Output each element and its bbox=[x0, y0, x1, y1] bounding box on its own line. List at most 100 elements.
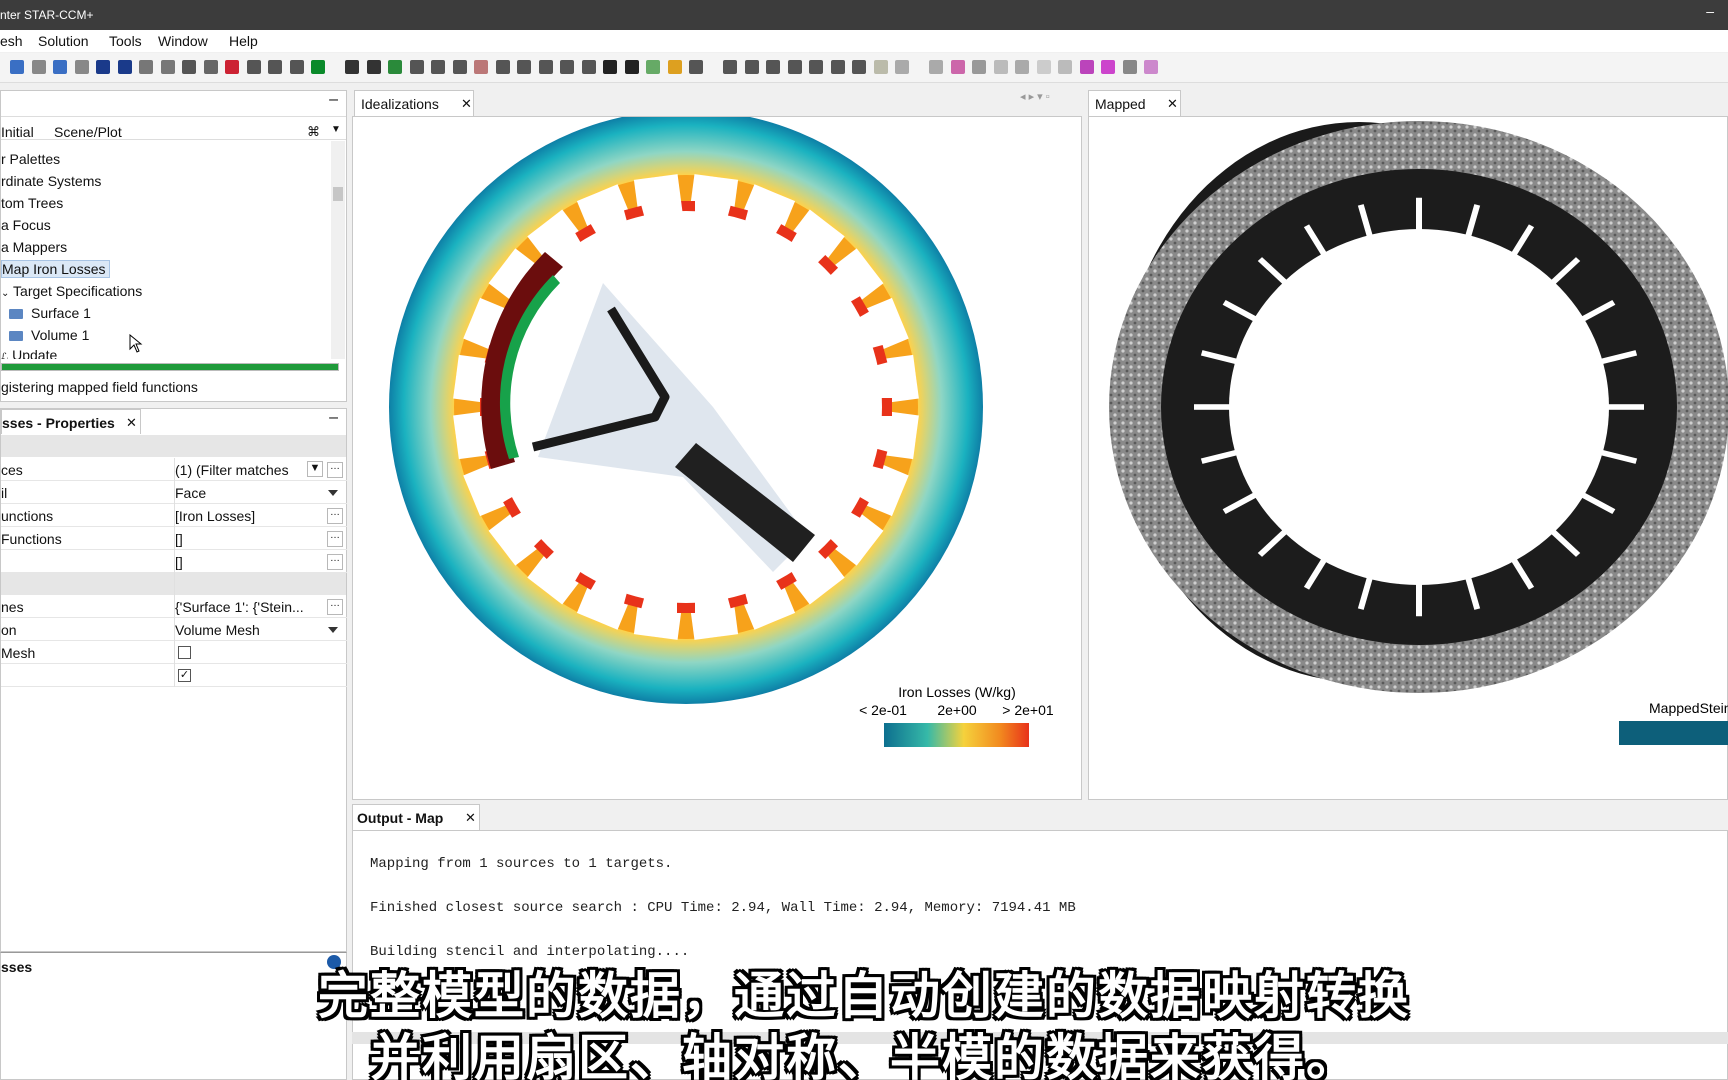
toolbar-button-icon[interactable] bbox=[689, 60, 703, 74]
tree-item-coordinate-systems[interactable]: rdinate Systems bbox=[1, 173, 101, 189]
enabled-checkbox[interactable]: ✓ bbox=[178, 669, 191, 682]
prop-value[interactable]: {'Surface 1': {'Stein... bbox=[175, 599, 325, 615]
toolbar-button-icon[interactable] bbox=[409, 60, 424, 74]
toolbar-button-icon[interactable] bbox=[1101, 60, 1115, 74]
toolbar-button-icon[interactable] bbox=[895, 60, 909, 74]
toolbar-button-icon[interactable] bbox=[560, 60, 574, 74]
prop-value[interactable]: (1) (Filter matches bbox=[175, 462, 325, 478]
toolbar-button-icon[interactable] bbox=[96, 60, 110, 74]
minimize-icon[interactable]: – bbox=[1706, 3, 1714, 19]
toolbar-button-icon[interactable] bbox=[766, 60, 780, 74]
tree-filter-icon[interactable]: ⌘ bbox=[307, 124, 320, 140]
toolbar-button-icon[interactable] bbox=[603, 60, 617, 74]
tree-scrollbar-thumb[interactable] bbox=[333, 187, 343, 201]
toolbar-button-icon[interactable] bbox=[182, 60, 196, 74]
toolbar-button-icon[interactable] bbox=[646, 60, 660, 74]
tree-options-icon[interactable]: ▼ bbox=[331, 124, 341, 135]
menu-solution[interactable]: Solution bbox=[38, 33, 89, 49]
toolbar-button-icon[interactable] bbox=[495, 60, 510, 74]
ellipsis-button[interactable]: … bbox=[327, 462, 343, 478]
collapse-icon[interactable]: ⌄ bbox=[1, 288, 9, 299]
toolbar-button-icon[interactable] bbox=[873, 60, 888, 74]
scene-view-mapped[interactable]: MappedSteinmetz Los bbox=[1088, 116, 1728, 800]
menu-help[interactable]: Help bbox=[229, 33, 258, 49]
toolbar-button-icon[interactable] bbox=[950, 60, 965, 74]
tree-item-color-palettes[interactable]: r Palettes bbox=[1, 151, 60, 167]
prop-value[interactable]: [] bbox=[175, 531, 325, 547]
toolbar-button-icon[interactable] bbox=[345, 60, 359, 74]
view-nav-icons[interactable]: ◂ ▸ ▾ ▫ bbox=[1020, 90, 1050, 103]
panel-minimize-icon[interactable]: – bbox=[329, 91, 338, 109]
close-icon[interactable]: ✕ bbox=[1167, 96, 1178, 112]
tree-item-data-focus[interactable]: a Focus bbox=[1, 217, 51, 233]
toolbar-button-icon[interactable] bbox=[809, 60, 823, 74]
properties-tab[interactable]: sses - Properties ✕ bbox=[1, 409, 141, 434]
toolbar-button-icon[interactable] bbox=[289, 60, 304, 74]
toolbar-button-icon[interactable] bbox=[246, 60, 261, 74]
toolbar-button-icon[interactable] bbox=[388, 60, 402, 74]
scene-view-idealizations[interactable]: Iron Losses (W/kg) < 2e-01 2e+00 > 2e+01 bbox=[352, 110, 1082, 800]
toolbar-button-icon[interactable] bbox=[31, 60, 46, 74]
toolbar-button-icon[interactable] bbox=[474, 60, 488, 74]
close-icon[interactable]: ✕ bbox=[461, 96, 472, 112]
toolbar-button-icon[interactable] bbox=[431, 60, 445, 74]
ellipsis-button[interactable]: … bbox=[327, 554, 343, 570]
prop-value[interactable]: [Iron Losses] bbox=[175, 508, 325, 524]
toolbar-button-icon[interactable] bbox=[972, 60, 986, 74]
ellipsis-button[interactable]: … bbox=[327, 599, 343, 615]
tree-item-map-iron-losses[interactable]: Map Iron Losses bbox=[1, 260, 110, 278]
tree-item-update[interactable]: Update bbox=[12, 347, 57, 359]
ellipsis-button[interactable]: … bbox=[327, 508, 343, 524]
toolbar-button-icon[interactable] bbox=[624, 60, 639, 74]
prop-value[interactable]: Face bbox=[175, 485, 325, 501]
ellipsis-button[interactable]: … bbox=[327, 531, 343, 547]
prop-value[interactable]: [] bbox=[175, 554, 325, 570]
toolbar-button-icon[interactable] bbox=[74, 60, 89, 74]
menu-mesh[interactable]: esh bbox=[0, 33, 23, 49]
tree-item-volume-1[interactable]: Volume 1 bbox=[31, 327, 89, 343]
chevron-down-icon[interactable] bbox=[328, 627, 338, 633]
tab-mapped[interactable]: Mapped ✕ bbox=[1088, 90, 1181, 116]
prop-value[interactable]: Volume Mesh bbox=[175, 622, 325, 638]
toolbar-button-icon[interactable] bbox=[225, 60, 239, 74]
chevron-down-icon[interactable] bbox=[328, 490, 338, 496]
close-icon[interactable]: ✕ bbox=[126, 415, 137, 431]
tab-idealizations[interactable]: Idealizations ✕ bbox=[354, 90, 474, 116]
tab-output-map[interactable]: Output - Map ✕ bbox=[352, 804, 480, 830]
panel-minimize-icon[interactable]: – bbox=[329, 409, 338, 427]
toolbar-button-icon[interactable] bbox=[203, 60, 218, 74]
toolbar-button-icon[interactable] bbox=[929, 60, 943, 74]
tab-scene-plot[interactable]: Scene/Plot bbox=[54, 124, 122, 140]
toolbar-button-icon[interactable] bbox=[723, 60, 737, 74]
toolbar-button-icon[interactable] bbox=[538, 60, 553, 74]
menu-tools[interactable]: Tools bbox=[109, 33, 142, 49]
toolbar-button-icon[interactable] bbox=[1058, 60, 1072, 74]
tree-item-data-mappers[interactable]: a Mappers bbox=[1, 239, 67, 255]
filter-icon[interactable]: ▼ bbox=[307, 461, 323, 477]
close-icon[interactable]: ✕ bbox=[465, 810, 476, 826]
tab-initial[interactable]: Initial bbox=[1, 124, 34, 140]
toolbar-button-icon[interactable] bbox=[452, 60, 467, 74]
tree-scrollbar[interactable] bbox=[331, 141, 345, 359]
toolbar-button-icon[interactable] bbox=[139, 60, 153, 74]
toolbar-button-icon[interactable] bbox=[744, 60, 759, 74]
tree-item-target-specifications[interactable]: Target Specifications bbox=[13, 283, 142, 299]
toolbar-button-icon[interactable] bbox=[117, 60, 132, 74]
toolbar-button-icon[interactable] bbox=[366, 60, 381, 74]
toolbar-button-icon[interactable] bbox=[1144, 60, 1158, 74]
toolbar-button-icon[interactable] bbox=[268, 60, 282, 74]
toolbar-button-icon[interactable] bbox=[581, 60, 596, 74]
toolbar-button-icon[interactable] bbox=[830, 60, 845, 74]
toolbar-button-icon[interactable] bbox=[517, 60, 531, 74]
tree-item-surface-1[interactable]: Surface 1 bbox=[31, 305, 91, 321]
toolbar-button-icon[interactable] bbox=[1079, 60, 1094, 74]
toolbar-button-icon[interactable] bbox=[667, 60, 682, 74]
toolbar-button-icon[interactable] bbox=[787, 60, 802, 74]
tree-item-custom-trees[interactable]: tom Trees bbox=[1, 195, 63, 211]
toolbar-button-icon[interactable] bbox=[993, 60, 1008, 74]
toolbar-button-icon[interactable] bbox=[1036, 60, 1051, 74]
menu-window[interactable]: Window bbox=[158, 33, 208, 49]
toolbar-button-icon[interactable] bbox=[1122, 60, 1137, 74]
mesh-checkbox[interactable] bbox=[178, 646, 191, 659]
toolbar-button-icon[interactable] bbox=[160, 60, 175, 74]
